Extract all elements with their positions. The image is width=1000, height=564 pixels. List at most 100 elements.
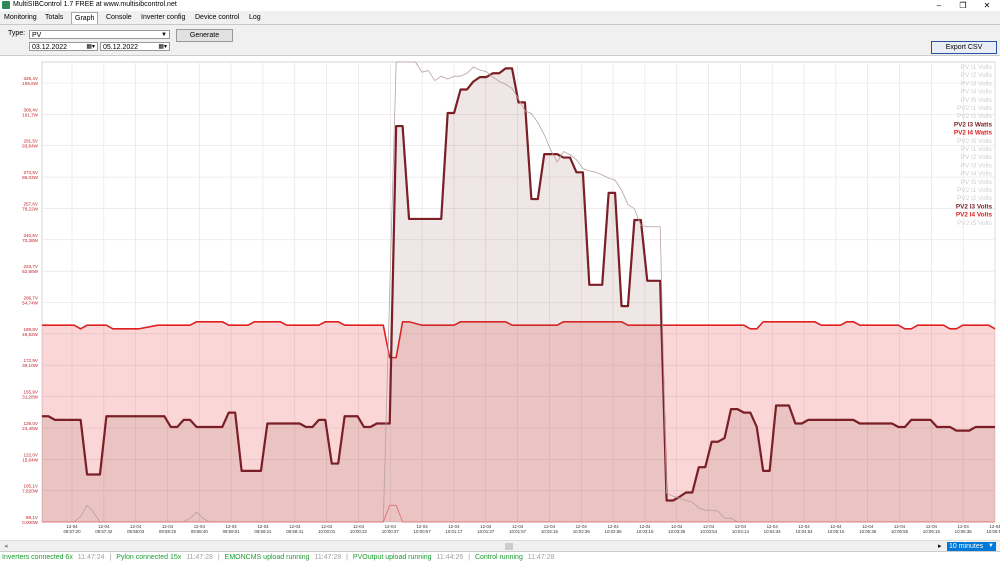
scroll-thumb[interactable] [505, 543, 513, 550]
tab-graph[interactable]: Graph [71, 12, 99, 24]
legend-entry: PV2 I4 Volts [956, 212, 993, 219]
x-tick-label-time: 10:05:36 [859, 529, 877, 534]
interval-value: 10 minutes [949, 543, 984, 550]
y-tick-label-watts: 54,74W [22, 301, 38, 306]
x-tick-label-time: 10:06:16 [923, 529, 941, 534]
y-tick-label-watts: 46,92W [22, 332, 38, 337]
legend-entry: PV I1 Volts [961, 146, 992, 153]
title-bar: MultiSIBControl 1.7 FREE at www.multisib… [0, 0, 1000, 11]
x-tick-label-time: 10:05:56 [891, 529, 909, 534]
legend-entry: PV2 I4 Watts [954, 130, 993, 137]
status-inverters: Inverters connected 6x [2, 554, 73, 561]
calendar-icon: ▦▾ [86, 44, 95, 50]
status-pvoutput: PVOutput upload running [352, 554, 432, 561]
y-tick-label-watts: 109,6W [22, 81, 38, 86]
status-pvoutput-time: 11:44:26 [436, 554, 464, 561]
y-tick-label-watts: 86,03W [22, 175, 38, 180]
legend-entry: PV2 I3 Volts [956, 203, 993, 210]
x-tick-label-time: 10:03:54 [700, 529, 718, 534]
x-tick-label-time: 09:59:01 [223, 529, 241, 534]
date-from-picker[interactable]: 03.12.2022 ▦▾ [29, 42, 98, 51]
date-from-value: 03.12.2022 [32, 44, 68, 51]
y-tick-label-watts: 93,84W [22, 144, 38, 149]
tab-log[interactable]: Log [246, 12, 264, 23]
minimize-button[interactable]: – [929, 0, 949, 11]
type-label: Type: [8, 30, 26, 37]
y-tick-label-watts: 15,64W [22, 457, 38, 462]
y-tick-label-watts: 0,000W [22, 520, 38, 525]
x-tick-label-time: 10:01:17 [445, 529, 463, 534]
scroll-left-icon[interactable]: ◂ [4, 542, 8, 550]
x-tick-label-time: 09:59:21 [254, 529, 272, 534]
legend-entry: PV I2 Volts [961, 72, 992, 79]
legend-entry: PV I4 Volts [961, 171, 992, 178]
x-tick-label-time: 10:06:56 [986, 529, 1000, 534]
status-emoncms-time: 11:47:28 [314, 554, 342, 561]
y-tick-label-watts: 23,46W [22, 426, 38, 431]
export-csv-button[interactable]: Export CSV [931, 41, 997, 54]
legend-entry: PV2 I2 Volts [957, 113, 992, 120]
legend-entry: PV I3 Volts [961, 80, 992, 87]
maximize-button[interactable]: ❐ [953, 0, 973, 11]
tab-device-control[interactable]: Device control [192, 12, 242, 23]
y-tick-label-watts: 70,38W [22, 238, 38, 243]
tab-monitoring[interactable]: Monitoring [1, 12, 40, 23]
x-tick-label-time: 10:03:15 [636, 529, 654, 534]
x-tick-label-time: 10:02:16 [541, 529, 559, 534]
status-inverters-time: 11:47:24 [77, 554, 105, 561]
x-tick-label-time: 09:58:25 [159, 529, 177, 534]
x-tick-label-time: 10:00:22 [350, 529, 368, 534]
close-button[interactable]: ✕ [977, 0, 997, 11]
status-control-time: 11:47:28 [527, 554, 555, 561]
type-select-value: PV [32, 32, 42, 39]
x-tick-label-time: 09:57:20 [63, 529, 81, 534]
generate-button[interactable]: Generate [176, 29, 233, 42]
x-tick-label-time: 09:59:41 [286, 529, 304, 534]
x-tick-label-time: 10:02:56 [605, 529, 623, 534]
chevron-down-icon: ▼ [988, 543, 994, 549]
status-bar: Inverters connected 6x 11:47:24 | Pylon … [0, 551, 1000, 564]
x-tick-label-time: 10:06:36 [955, 529, 973, 534]
pv-chart: 326,4V109,6W306,4V101,7W291,5V93,84W274,… [22, 61, 1000, 534]
x-tick-label-time: 10:04:54 [795, 529, 813, 534]
tab-totals[interactable]: Totals [42, 12, 66, 23]
legend-entry: PV I4 Volts [961, 89, 992, 96]
legend-entry: PV I2 Volts [961, 154, 992, 161]
legend-entry: PV2 I5 Volts [957, 220, 992, 227]
legend-entry: PV I1 Volts [961, 64, 992, 71]
legend-entry: PV I5 Volts [961, 97, 992, 104]
date-to-picker[interactable]: 05.12.2022 ▦▾ [100, 42, 170, 51]
x-tick-label-time: 09:58:40 [191, 529, 209, 534]
x-tick-label-time: 10:04:14 [732, 529, 750, 534]
tab-inverter-config[interactable]: Inverter config [138, 12, 188, 23]
y-tick-label-watts: 62,56W [22, 269, 38, 274]
chevron-down-icon: ▼ [161, 32, 167, 38]
status-pylon: Pylon connected 15x [116, 554, 182, 561]
legend-entry: PV I3 Volts [961, 162, 992, 169]
x-tick-label-time: 10:01:37 [477, 529, 495, 534]
x-tick-label-time: 10:00:57 [414, 529, 432, 534]
date-to-value: 05.12.2022 [103, 44, 139, 51]
status-pylon-time: 11:47:28 [186, 554, 213, 561]
y-tick-label-watts: 39,10W [22, 363, 38, 368]
x-tick-label-time: 10:01:57 [509, 529, 527, 534]
legend-entry: PV2 I3 Watts [954, 121, 993, 128]
calendar-icon: ▦▾ [158, 44, 167, 50]
legend-entry: PV2 I2 Volts [957, 195, 992, 202]
x-tick-label-time: 10:05:15 [827, 529, 845, 534]
tab-console[interactable]: Console [103, 12, 135, 23]
y-tick-label-watts: 31,28W [22, 395, 38, 400]
legend-entry: PV2 I1 Volts [957, 105, 992, 112]
type-select[interactable]: PV ▼ [29, 30, 170, 39]
status-control: Control running [474, 554, 523, 561]
menu-tabs: Monitoring Totals Graph Console Inverter… [0, 11, 1000, 25]
interval-select[interactable]: 10 minutes ▼ [947, 542, 996, 551]
scroll-right-icon[interactable]: ▸ [938, 542, 942, 550]
x-tick-label-time: 09:57:42 [95, 529, 113, 534]
window-title: MultiSIBControl 1.7 FREE at www.multisib… [13, 1, 177, 8]
x-tick-label-time: 09:58:03 [127, 529, 145, 534]
x-tick-label-time: 10:00:01 [318, 529, 336, 534]
legend-entry: PV2 I5 Volts [957, 138, 992, 145]
x-tick-label-time: 10:00:37 [382, 529, 400, 534]
legend-entry: PV2 I1 Volts [957, 187, 992, 194]
